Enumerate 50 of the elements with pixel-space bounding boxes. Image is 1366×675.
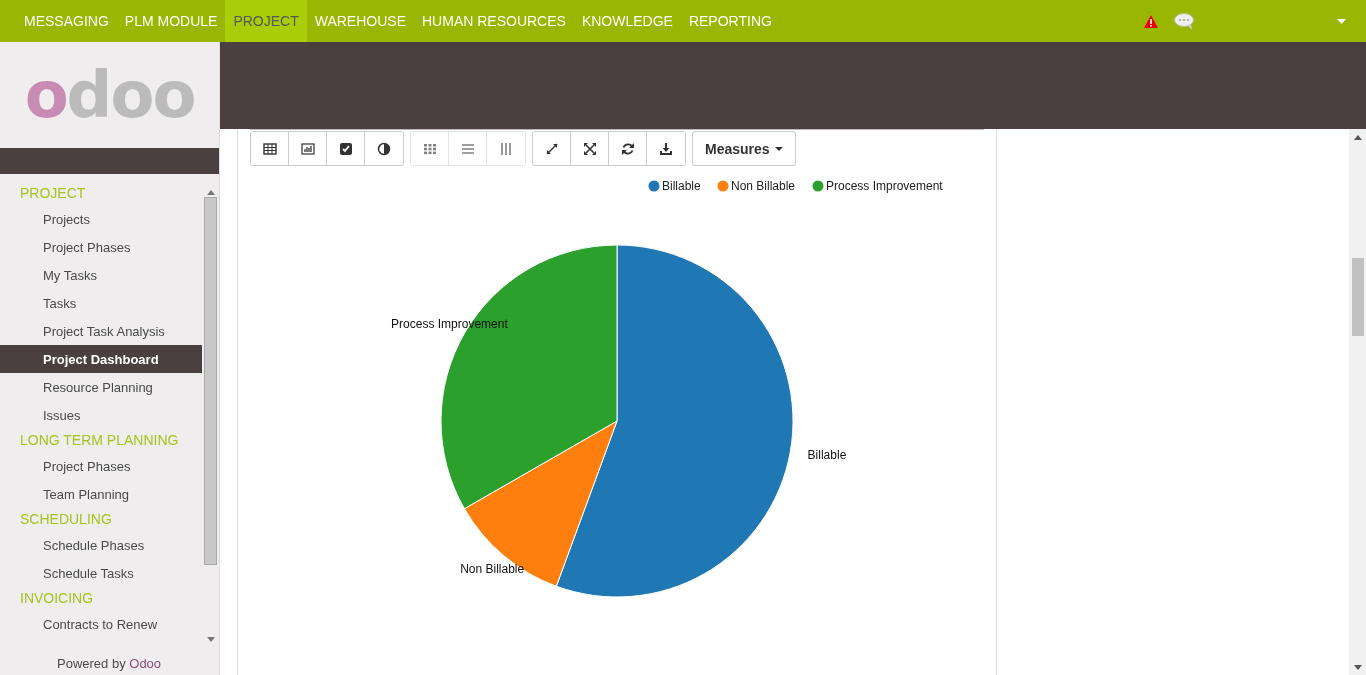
caret-icon xyxy=(774,146,783,151)
expand-icon xyxy=(544,141,559,156)
grid-icon xyxy=(422,141,437,156)
pie-slice[interactable] xyxy=(440,244,618,510)
powered-by-text: Powered by Odoo xyxy=(56,655,163,673)
scrollbar-thumb[interactable] xyxy=(1351,258,1364,336)
slice-label: Billable xyxy=(807,447,847,462)
caret-icon[interactable] xyxy=(1337,18,1346,24)
scroll-up-icon[interactable] xyxy=(1353,135,1362,140)
menu-tab[interactable]: PROJECT xyxy=(225,0,307,42)
slice-label: Non Billable xyxy=(460,562,525,576)
menu-section-title: SCHEDULING xyxy=(19,510,113,529)
list-icon xyxy=(460,141,475,156)
bar-chart-icon xyxy=(300,141,315,156)
pie-slice[interactable] xyxy=(555,244,794,598)
sidebar-item[interactable]: Issues xyxy=(0,401,202,429)
contrast-icon xyxy=(377,141,391,156)
measures-dropdown[interactable]: Measures xyxy=(692,131,796,166)
sidebar-item[interactable]: Projects xyxy=(0,205,202,233)
menu-section-title: PROJECT xyxy=(19,184,87,203)
scroll-down-icon[interactable] xyxy=(206,637,215,642)
sidebar-item[interactable]: Schedule Phases xyxy=(0,531,202,559)
legend-label: Non Billable xyxy=(731,179,796,193)
refresh-icon xyxy=(620,141,635,156)
table-icon xyxy=(262,141,277,156)
columns-icon xyxy=(499,141,513,156)
table-button[interactable] xyxy=(251,132,289,165)
legend-item[interactable]: Non Billable xyxy=(717,179,796,193)
legend-item[interactable]: Billable xyxy=(648,179,701,193)
sidebar-item[interactable]: Team Planning xyxy=(0,480,202,508)
sidebar-item[interactable]: Project Phases xyxy=(0,233,202,261)
sidebar-item[interactable]: Contracts to Renew xyxy=(0,610,202,638)
download-icon xyxy=(659,141,673,156)
sidebar-item[interactable]: My Tasks xyxy=(0,261,202,289)
warning-icon[interactable] xyxy=(1144,14,1158,28)
menu-section-title: INVOICING xyxy=(19,589,95,608)
pie-slice[interactable] xyxy=(463,420,618,587)
scroll-up-icon[interactable] xyxy=(206,190,215,195)
sidebar-item[interactable]: Tasks xyxy=(0,289,202,317)
legend-label: Billable xyxy=(662,179,701,193)
sidebar-item[interactable]: Project Task Analysis xyxy=(0,317,202,345)
checkbox-icon xyxy=(338,141,353,156)
scroll-down-icon[interactable] xyxy=(1353,665,1362,670)
sidebar-item[interactable]: Project Dashboard xyxy=(0,345,202,373)
sidebar-item[interactable]: Resource Planning xyxy=(0,373,202,401)
sidebar-item[interactable]: Schedule Tasks xyxy=(0,559,202,587)
scrollbar-thumb[interactable] xyxy=(204,197,217,565)
menu-section-title: LONG TERM PLANNING xyxy=(19,431,180,450)
fullscreen-icon xyxy=(582,141,597,156)
sidebar-item[interactable]: Project Phases xyxy=(0,452,202,480)
